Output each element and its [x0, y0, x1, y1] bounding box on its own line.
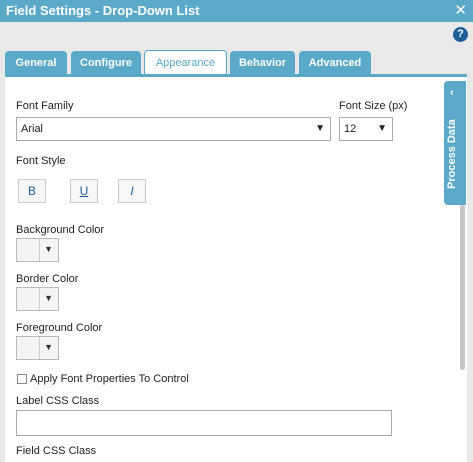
color-swatch [17, 337, 40, 359]
chevron-down-icon: ▼ [315, 123, 325, 134]
label-css-class-label: Label CSS Class [16, 395, 100, 407]
chevron-down-icon: ▼ [377, 123, 387, 134]
tab-behavior[interactable]: Behavior [230, 51, 295, 75]
font-style-label: Font Style [16, 155, 66, 167]
apply-font-label: Apply Font Properties To Control [30, 373, 189, 385]
label-css-class-input[interactable] [16, 410, 392, 436]
process-data-label: Process Data [446, 119, 458, 189]
chevron-down-icon: ▼ [44, 293, 53, 303]
font-family-select[interactable]: Arial ▼ [16, 117, 331, 141]
bold-button[interactable]: B [18, 179, 46, 203]
underline-button-label: U [79, 184, 89, 198]
apply-font-checkbox[interactable] [17, 374, 27, 384]
font-family-value: Arial [21, 123, 44, 135]
chevron-down-icon: ▼ [44, 244, 53, 254]
panel-scrollbar[interactable] [460, 205, 465, 370]
underline-button[interactable]: U [70, 179, 98, 203]
foreground-color-picker[interactable]: ▼ [16, 336, 59, 360]
tab-appearance[interactable]: Appearance [144, 50, 227, 76]
field-css-class-label: Field CSS Class [16, 445, 97, 457]
border-color-picker[interactable]: ▼ [16, 287, 59, 311]
tab-general[interactable]: General [5, 51, 67, 75]
font-size-select[interactable]: 12 ▼ [339, 117, 393, 141]
bold-button-label: B [27, 184, 36, 198]
background-color-label: Background Color [16, 224, 105, 236]
font-size-label: Font Size (px) [339, 100, 408, 112]
help-icon[interactable]: ? [453, 27, 468, 42]
background-color-picker[interactable]: ▼ [16, 238, 59, 262]
color-swatch [17, 288, 40, 310]
foreground-color-label: Foreground Color [16, 322, 103, 334]
window-title: Field Settings - Drop-Down List [6, 3, 200, 18]
process-data-tab[interactable]: ‹ Process Data [444, 81, 466, 205]
color-swatch [17, 239, 40, 261]
border-color-label: Border Color [16, 273, 79, 285]
italic-button[interactable]: I [118, 179, 146, 203]
font-size-value: 12 [344, 123, 357, 135]
tab-configure[interactable]: Configure [71, 51, 141, 75]
title-bar: Field Settings - Drop-Down List ✕ [0, 0, 473, 22]
chevron-left-icon: ‹ [450, 87, 454, 99]
appearance-panel: Font Family Arial ▼ Font Size (px) 12 ▼ … [5, 74, 467, 462]
close-icon[interactable]: ✕ [454, 1, 467, 19]
font-family-label: Font Family [16, 100, 74, 112]
chevron-down-icon: ▼ [44, 342, 53, 352]
italic-button-label: I [130, 184, 134, 198]
tab-advanced[interactable]: Advanced [299, 51, 371, 75]
